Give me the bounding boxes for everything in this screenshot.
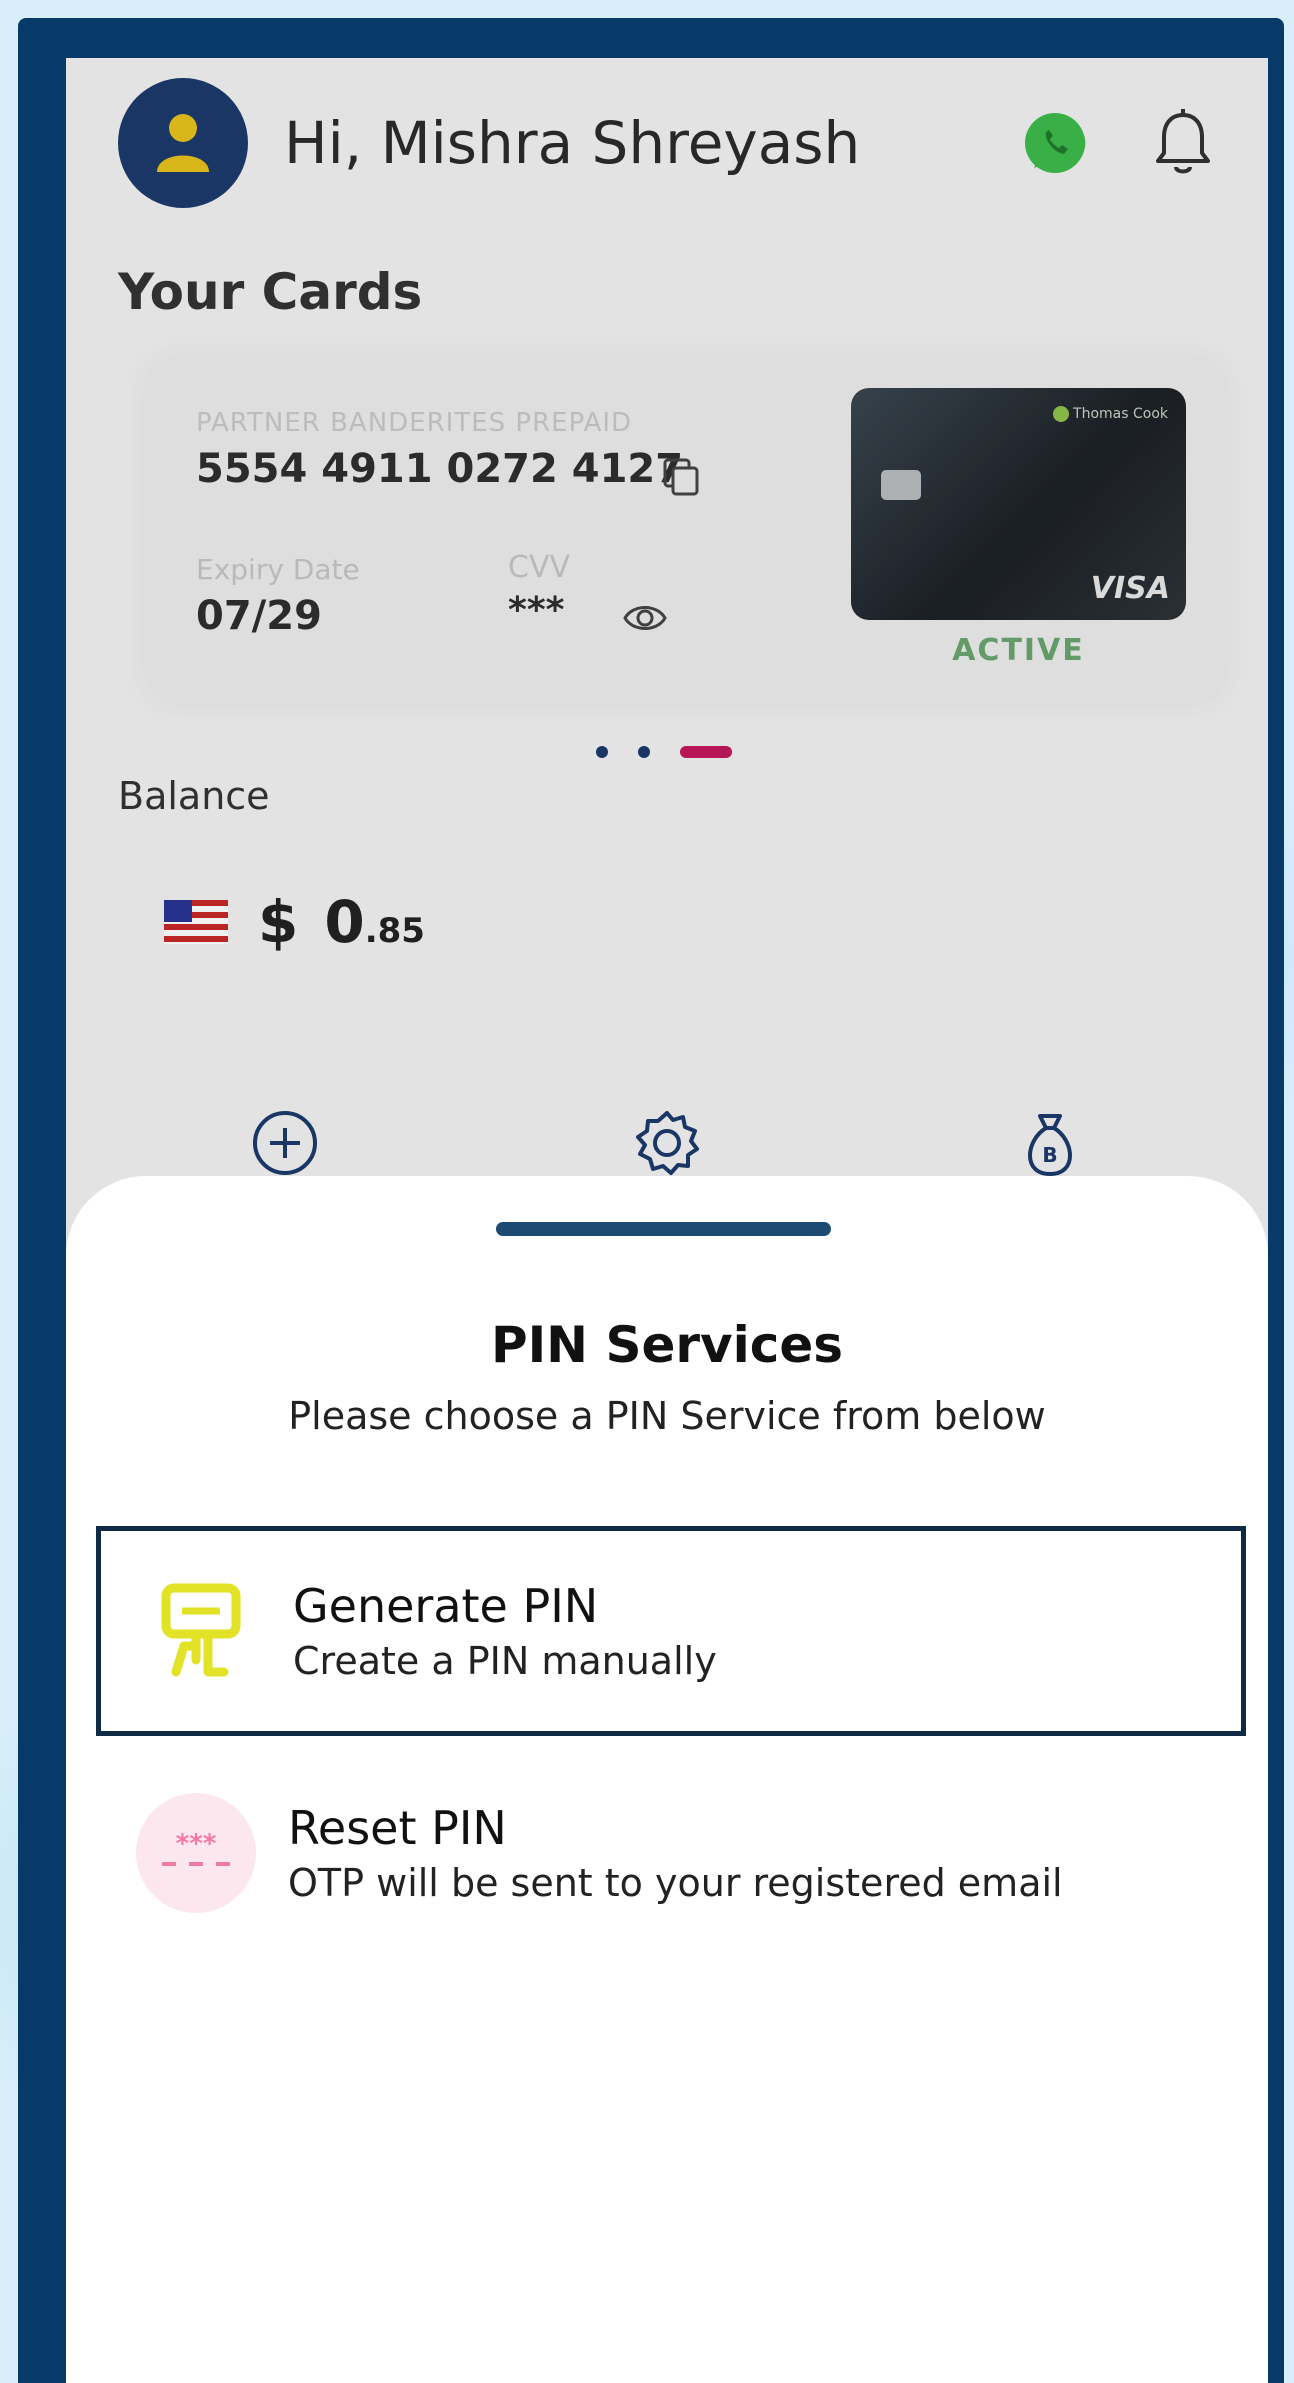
svg-text:***: *** <box>176 1829 217 1859</box>
option-description: Create a PIN manually <box>293 1639 717 1683</box>
sheet-grab-handle[interactable] <box>496 1222 831 1236</box>
option-text: Generate PIN Create a PIN manually <box>293 1579 717 1683</box>
option-title: Generate PIN <box>293 1579 599 1633</box>
pin-services-sheet: PIN Services Please choose a PIN Service… <box>66 1176 1268 2383</box>
app-screen: Hi, Mishra Shreyash Your Cards PARTNER B… <box>66 58 1268 2383</box>
phone-frame: Hi, Mishra Shreyash Your Cards PARTNER B… <box>18 18 1284 2383</box>
generate-pin-option[interactable]: Generate PIN Create a PIN manually <box>96 1526 1246 1736</box>
pin-pad-icon-graphic <box>161 1583 241 1677</box>
masked-pin-icon: *** <box>136 1793 256 1913</box>
masked-pin-icon-graphic: *** <box>162 1829 230 1866</box>
option-description: OTP will be sent to your registered emai… <box>288 1861 1063 1905</box>
reset-pin-option[interactable]: *** Reset PIN OTP will be sent to your r… <box>96 1748 1246 1958</box>
option-title: Reset PIN <box>288 1801 507 1855</box>
sheet-subtitle: Please choose a PIN Service from below <box>288 1394 1046 1438</box>
pin-pad-icon <box>141 1571 261 1691</box>
option-text: Reset PIN OTP will be sent to your regis… <box>288 1801 1063 1905</box>
sheet-title: PIN Services <box>490 1316 844 1374</box>
